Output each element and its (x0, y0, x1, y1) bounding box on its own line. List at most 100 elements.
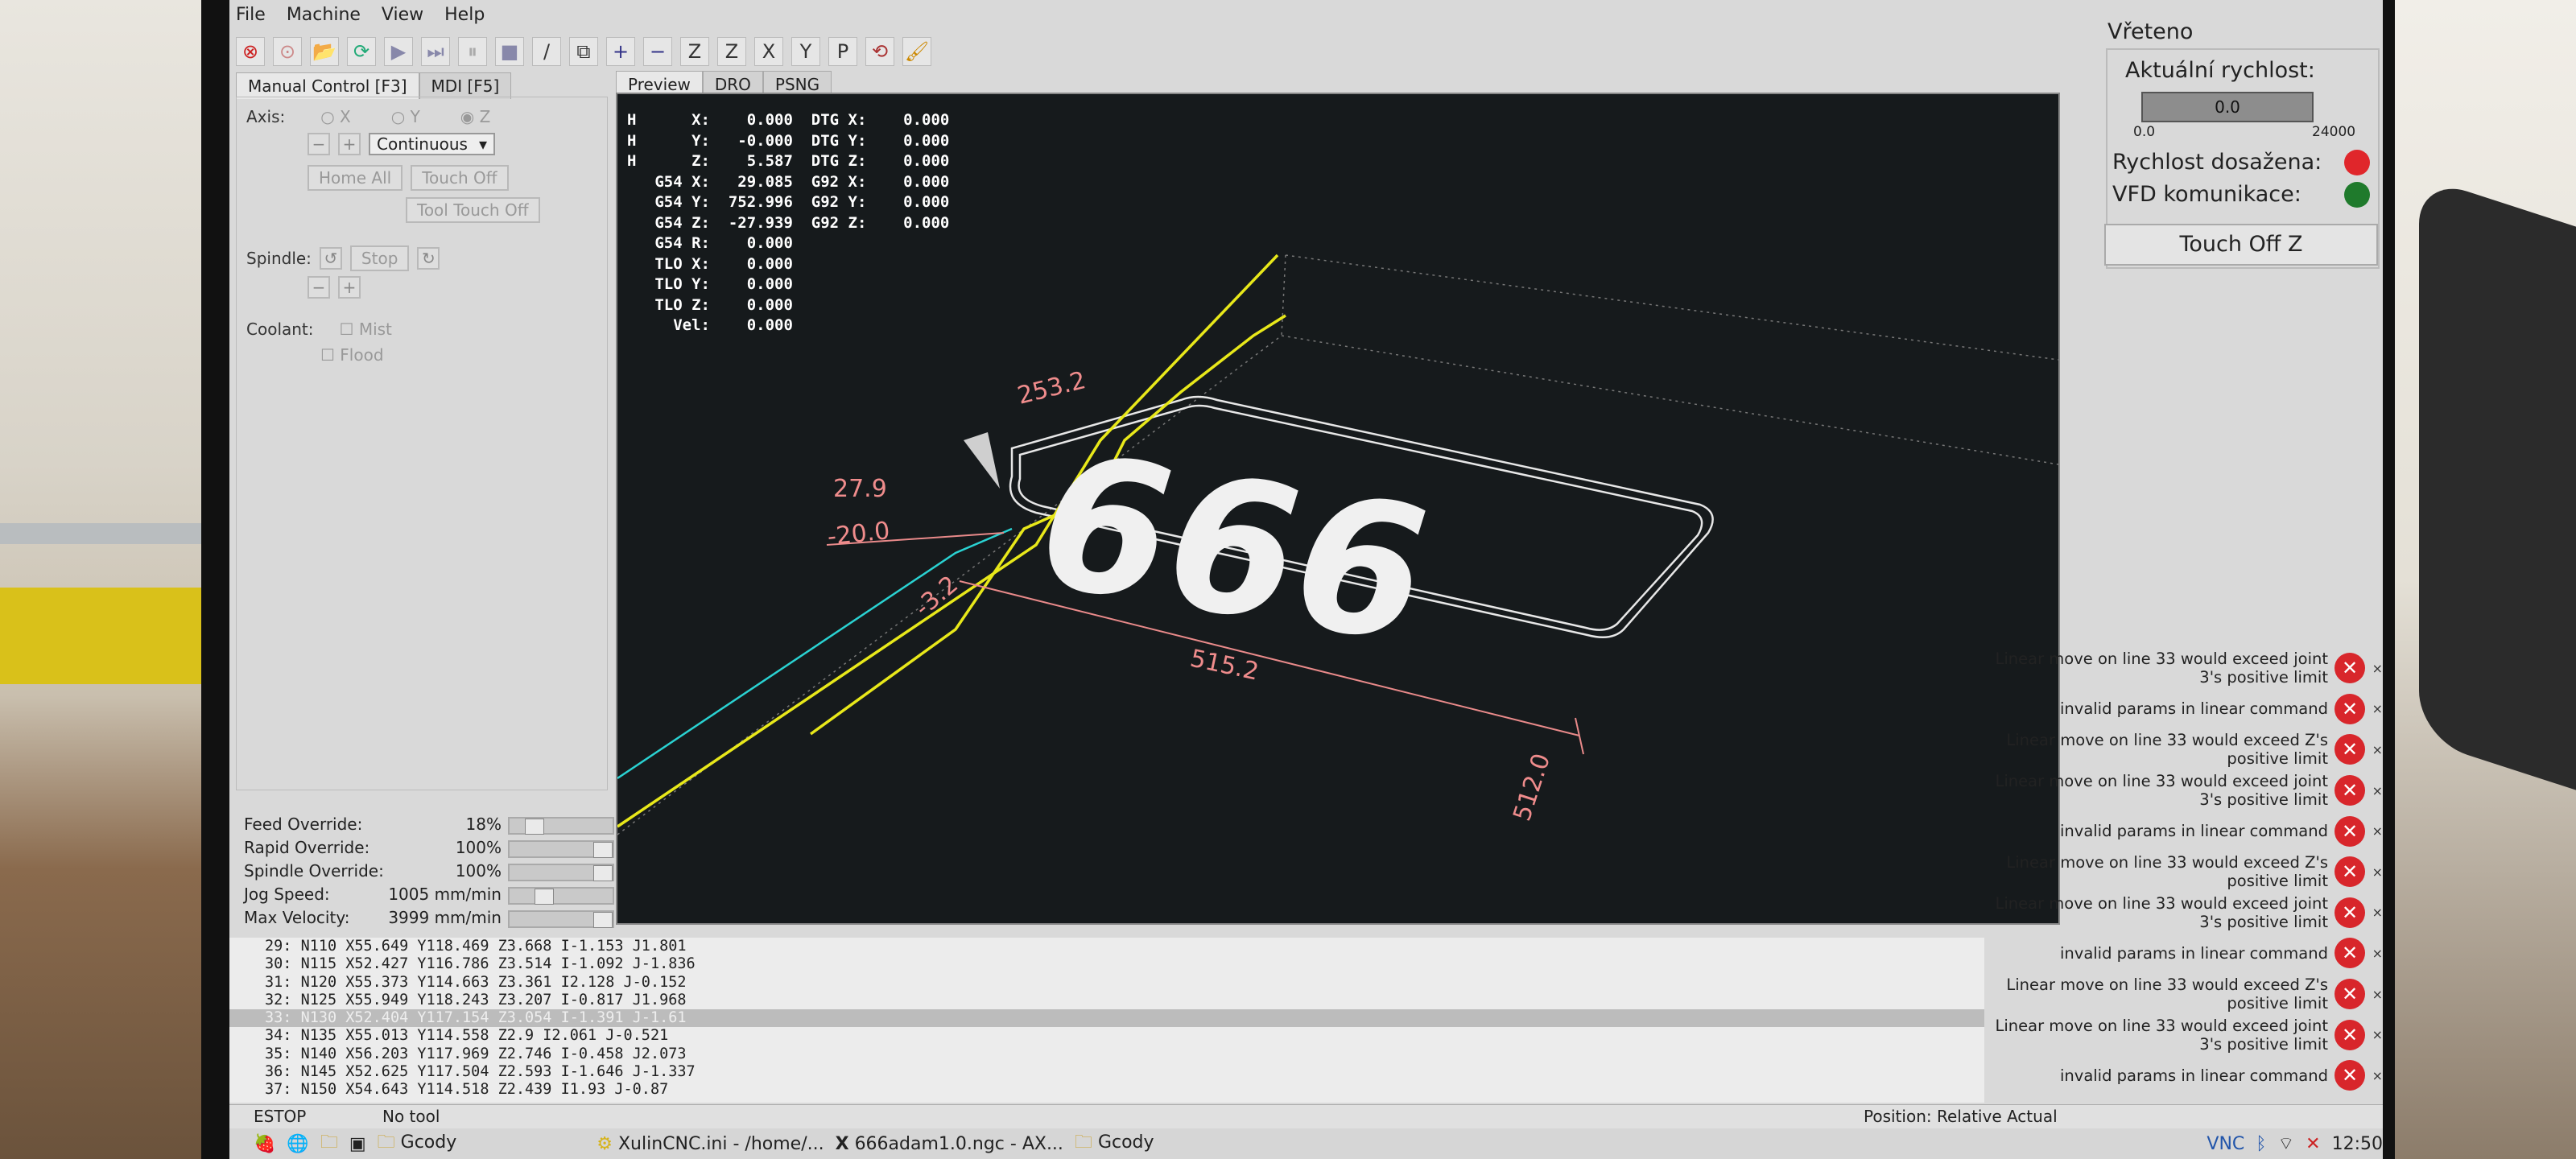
flood-checkbox[interactable]: ☐ Flood (320, 345, 384, 365)
menu-view[interactable]: View (382, 5, 423, 25)
menu-file[interactable]: File (236, 5, 266, 25)
gcode-line[interactable]: 35: N140 X56.203 Y117.969 Z2.746 I-0.458… (229, 1046, 1984, 1063)
tab-mdi[interactable]: MDI [F5] (419, 72, 512, 99)
view-y-icon[interactable]: Y (791, 37, 820, 66)
close-icon[interactable]: × (2372, 701, 2383, 716)
terminal-icon[interactable]: ▣ (349, 1134, 366, 1154)
override-slider[interactable] (508, 864, 614, 881)
jog-plus-button[interactable]: + (338, 133, 361, 155)
clear-plot-icon[interactable]: 🖌 (902, 37, 931, 66)
view-p-icon[interactable]: P (828, 37, 857, 66)
gcode-line[interactable]: 37: N150 X54.643 Y114.518 Z2.439 I1.93 J… (229, 1081, 1984, 1099)
stop-icon[interactable]: ■ (495, 37, 524, 66)
bluetooth-icon[interactable]: ᛒ (2256, 1134, 2266, 1154)
slider-knob[interactable] (593, 842, 613, 858)
vnc-icon[interactable]: VNC (2207, 1134, 2244, 1154)
estop-icon[interactable]: ⊗ (236, 37, 265, 66)
optional-stop-icon[interactable]: ⧉ (569, 37, 598, 66)
error-icon: ✕ (2334, 897, 2365, 928)
gcode-line-text: N135 X55.013 Y114.558 Z2.9 I2.061 J-0.52… (300, 1027, 669, 1045)
spindle-faster-button[interactable]: + (338, 276, 361, 299)
touch-off-z-button[interactable]: Touch Off Z (2104, 224, 2378, 266)
gcode-listing[interactable]: 29: N110 X55.649 Y118.469 Z3.668 I-1.153… (229, 938, 1984, 1103)
close-icon[interactable]: × (2372, 946, 2383, 961)
dim-512: 512.0 (1508, 750, 1556, 825)
zoom-in-icon[interactable]: + (606, 37, 635, 66)
close-icon[interactable]: × (2372, 864, 2383, 880)
gcode-line[interactable]: 30: N115 X52.427 Y116.786 Z3.514 I-1.092… (229, 955, 1984, 973)
override-slider[interactable] (508, 887, 614, 905)
browser-icon[interactable]: 🌐 (287, 1134, 308, 1154)
block-delete-icon[interactable]: / (532, 37, 561, 66)
gcode-line[interactable]: 31: N120 X55.373 Y114.663 Z3.361 I2.128 … (229, 974, 1984, 992)
run-icon[interactable]: ▶ (384, 37, 413, 66)
menu-machine[interactable]: Machine (287, 5, 361, 25)
gcode-line[interactable]: 33: N130 X52.404 Y117.154 Z3.054 I-1.391… (229, 1009, 1984, 1028)
gcode-line[interactable]: 36: N145 X52.625 Y117.504 Z2.593 I-1.646… (229, 1063, 1984, 1081)
notification-text: invalid params in linear command (2060, 1066, 2328, 1085)
axis-x-radio[interactable]: ○ X (320, 107, 351, 126)
gcode-line[interactable]: 32: N125 X55.949 Y118.243 Z3.207 I-0.817… (229, 992, 1984, 1009)
network-off-icon[interactable]: ✕ (2306, 1134, 2320, 1154)
override-slider[interactable] (508, 817, 614, 835)
axis-z-radio[interactable]: ◉ Z (460, 107, 491, 126)
override-slider[interactable] (508, 910, 614, 928)
files-icon[interactable]: 🗀 (320, 1128, 338, 1159)
slider-knob[interactable] (593, 865, 613, 881)
touch-off-button[interactable]: Touch Off (411, 165, 509, 191)
step-icon[interactable]: ⏭ (421, 37, 450, 66)
axis-y-radio[interactable]: ○ Y (391, 107, 420, 126)
taskbar-window-axis[interactable]: X 666adam1.0.ngc - AX... (836, 1134, 1063, 1154)
gcode-line-text: N145 X52.625 Y117.504 Z2.593 I-1.646 J-1… (300, 1063, 696, 1081)
pause-icon[interactable]: ⏸ (458, 37, 487, 66)
overrides-panel: Feed Override: 18% Rapid Override: 100% Spin… (244, 815, 614, 931)
jog-mode-select[interactable]: Continuous ▾ (369, 133, 496, 155)
close-icon[interactable]: × (2372, 1027, 2383, 1042)
slider-knob[interactable] (593, 912, 613, 928)
override-slider[interactable] (508, 840, 614, 858)
view-z2-icon[interactable]: Z (717, 37, 746, 66)
home-all-button[interactable]: Home All (308, 165, 403, 191)
gcode-line[interactable]: 29: N110 X55.649 Y118.469 Z3.668 I-1.153… (229, 938, 1984, 955)
raspberry-menu-icon[interactable]: 🍓 (254, 1134, 275, 1154)
photo-background-left (0, 0, 209, 1159)
jog-minus-button[interactable]: − (308, 133, 330, 155)
open-file-icon[interactable]: 📂 (310, 37, 339, 66)
toolpath-preview[interactable]: H X: 0.000 DTG X: 0.000 H Y: -0.000 DTG Y… (616, 93, 2060, 925)
engraving-text: 666 (1010, 414, 1456, 683)
gcode-line[interactable]: 34: N135 X55.013 Y114.558 Z2.9 I2.061 J-… (229, 1027, 1984, 1045)
mist-checkbox[interactable]: ☐ Mist (340, 320, 392, 339)
close-icon[interactable]: × (2372, 783, 2383, 798)
close-icon[interactable]: × (2372, 742, 2383, 757)
close-icon[interactable]: × (2372, 1068, 2383, 1083)
taskbar-folder-gcody-2[interactable]: 🗀 Gcody (1075, 1128, 1154, 1159)
close-icon[interactable]: × (2372, 661, 2383, 676)
notification-text: Linear move on line 33 would exceed Z's … (2006, 853, 2328, 891)
close-icon[interactable]: × (2372, 823, 2383, 839)
override-value: 100% (455, 861, 502, 881)
close-icon[interactable]: × (2372, 987, 2383, 1002)
override-value: 100% (455, 838, 502, 857)
menu-help[interactable]: Help (444, 5, 485, 25)
view-x-icon[interactable]: X (754, 37, 783, 66)
slider-knob[interactable] (535, 889, 554, 905)
tab-manual-control[interactable]: Manual Control [F3] (236, 72, 419, 99)
spindle-ccw-icon[interactable]: ↺ (319, 247, 342, 270)
slider-knob[interactable] (525, 819, 544, 835)
spindle-cw-icon[interactable]: ↻ (417, 247, 440, 270)
taskbar-window-ini[interactable]: ⚙ XulinCNC.ini - /home/... (597, 1134, 824, 1154)
spindle-label: Spindle: (246, 249, 312, 268)
zoom-out-icon[interactable]: − (643, 37, 672, 66)
spindle-stop-button[interactable]: Stop (349, 245, 410, 271)
rotate-view-icon[interactable]: ⟲ (865, 37, 894, 66)
view-z-icon[interactable]: Z (680, 37, 709, 66)
reload-icon[interactable]: ⟳ (347, 37, 376, 66)
taskbar-folder-gcody[interactable]: 🗀 Gcody (378, 1128, 457, 1159)
dim-neg20: -20.0 (826, 517, 891, 551)
tool-touch-off-button[interactable]: Tool Touch Off (406, 197, 540, 223)
wifi-icon[interactable]: ⌔ (2277, 1132, 2294, 1155)
close-icon[interactable]: × (2372, 905, 2383, 920)
gcode-line-number: 35: (265, 1045, 292, 1062)
spindle-slower-button[interactable]: − (308, 276, 330, 299)
power-icon[interactable]: ⊙ (273, 37, 302, 66)
